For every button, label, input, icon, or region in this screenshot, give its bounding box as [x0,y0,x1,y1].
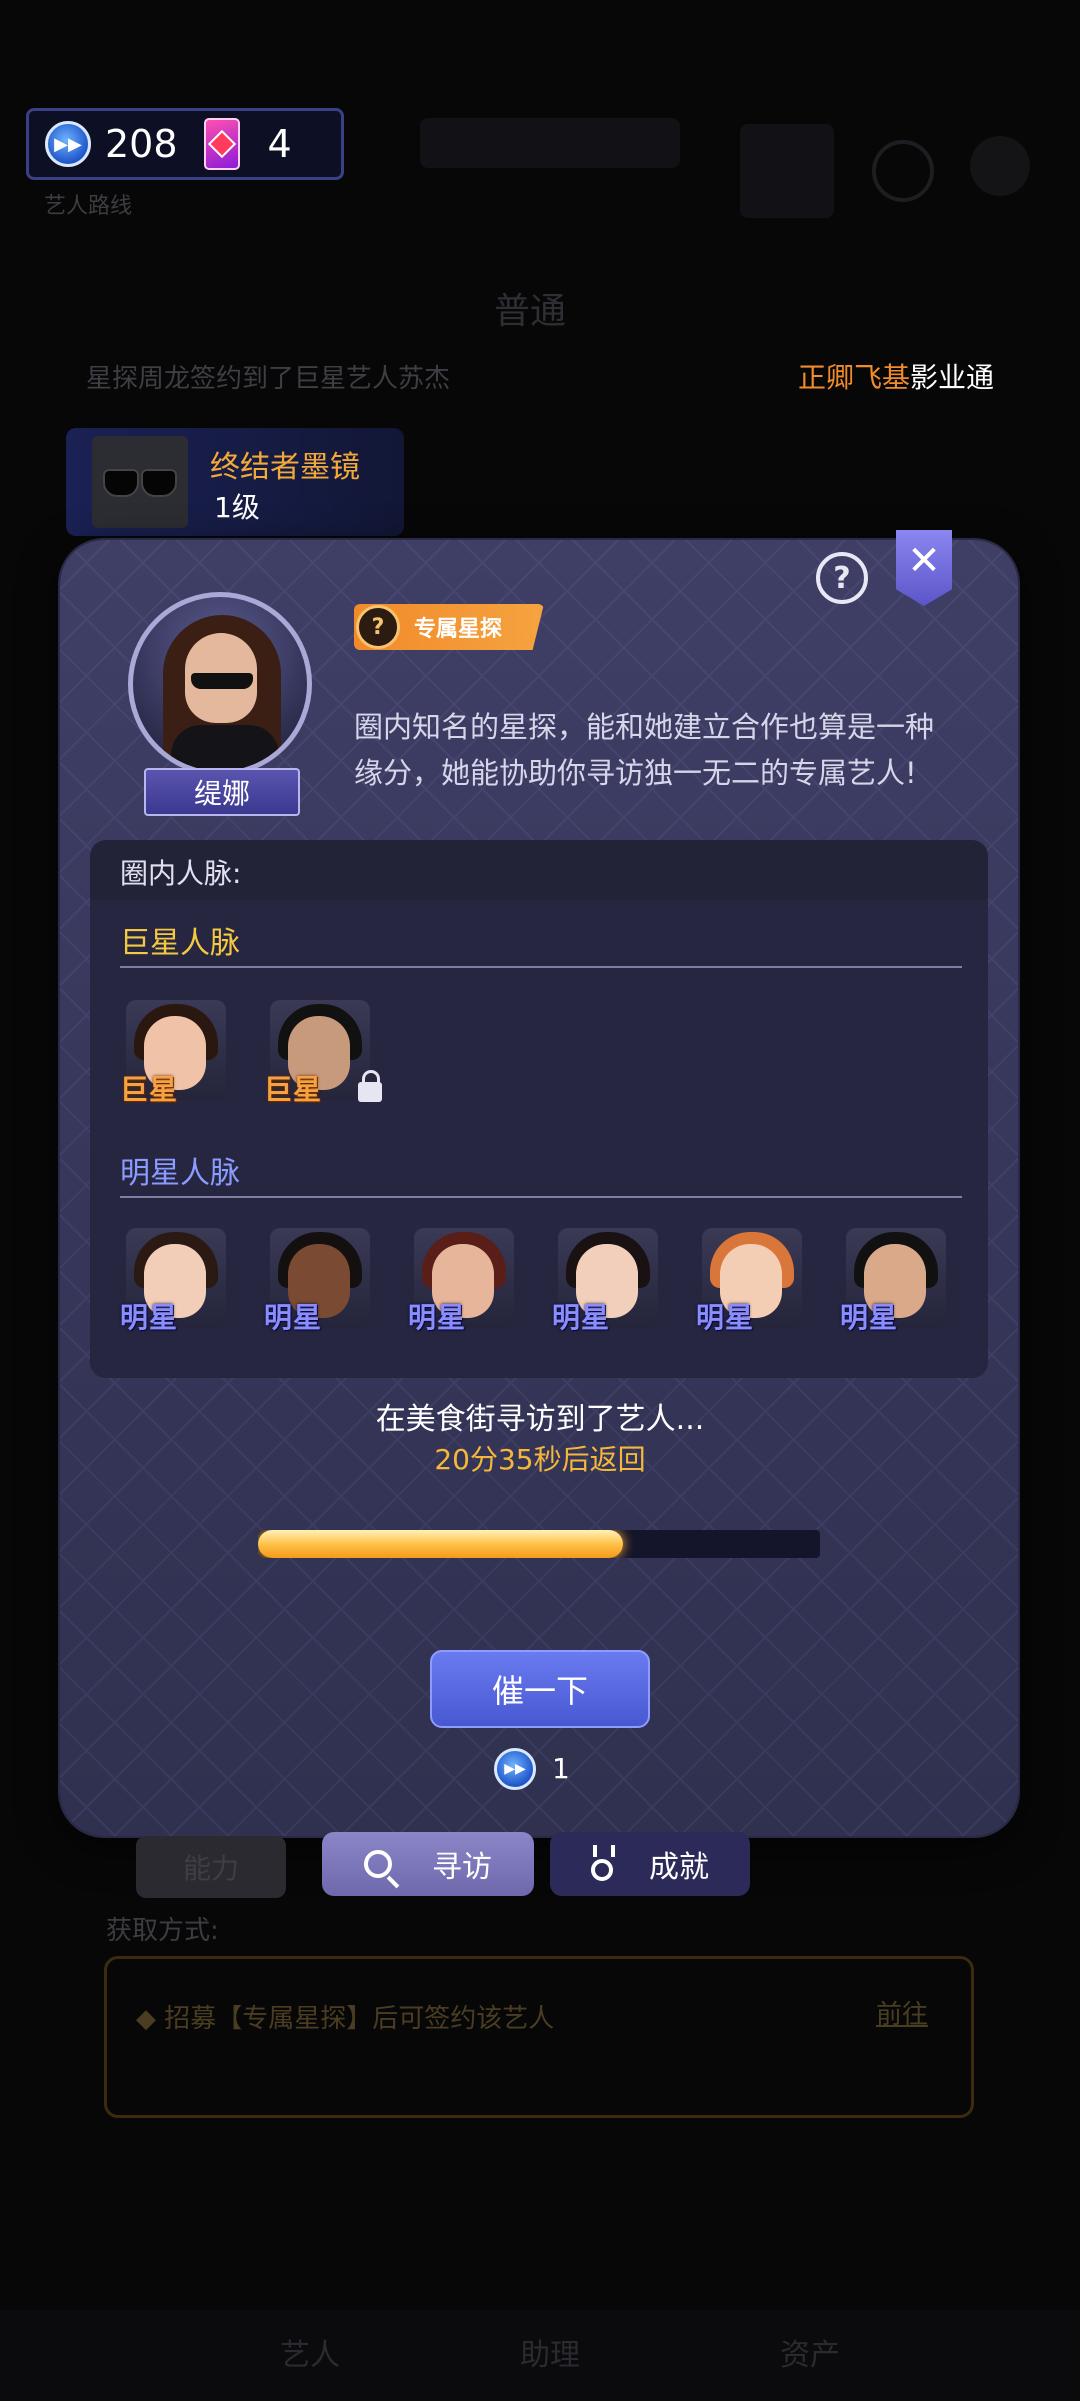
star-avatar-label: 明星 [696,1301,755,1334]
super-network-title: 巨星人脉 [120,926,240,961]
scout-description-line-2: 缘分，她能协助你寻访独一无二的专属艺人! [354,756,917,790]
super-network-divider [120,966,962,968]
marquee-left-text: 星探周龙签约到了巨星艺人苏杰 [86,364,451,394]
acquire-box [104,1956,974,2118]
sunglasses-icon [92,436,188,528]
scout-description: 圈内知名的星探，能和她建立合作也算是一种 缘分，她能协助你寻访独一无二的专属艺人… [354,704,954,796]
background-close-icon [970,136,1030,196]
acquire-label: 获取方式: [106,1916,219,1946]
star-avatar-label: 明星 [552,1301,611,1334]
star-avatar-label: 明星 [120,1301,179,1334]
equipped-item-tag[interactable]: 终结者墨镜 1级 [66,428,404,536]
background-header: 普通 [494,291,567,332]
stopwatch-icon: ▶▶ [45,121,91,167]
star-avatar-label: 明星 [408,1301,467,1334]
lock-icon [358,1070,382,1102]
scout-name: 缇娜 [144,768,300,816]
stopwatch-cost-icon: ▶▶ [494,1748,536,1790]
nav-assistant[interactable]: 助理 [520,2330,580,2374]
urge-cost: 1 [552,1752,570,1785]
item-level: 1级 [214,491,260,524]
star-network-title: 明星人脉 [120,1156,240,1191]
marquee-right-text: 正卿飞基影业通 [798,356,994,396]
background-help-icon [872,140,934,202]
star-network-divider [120,1196,962,1198]
stopwatch-count: 208 [105,122,178,166]
visit-status-text: 在美食街寻访到了艺人... [375,1402,705,1437]
tab-achievement[interactable]: 成就 [550,1832,750,1896]
search-icon [364,1850,392,1878]
top-title-bar [420,118,680,168]
card-icon [203,118,240,170]
background-label: 艺人路线 [44,194,133,219]
exclusive-scout-badge: ? 专属星探 [354,604,544,650]
network-panel[interactable]: 圈内人脉: 巨星人脉 巨星 巨星 明星人脉 明星 明星 明星 明星 明星 明星 [90,840,988,1378]
scout-description-line-1: 圈内知名的星探，能和她建立合作也算是一种 [354,710,935,744]
help-icon[interactable]: ? [816,552,868,604]
tab-visit[interactable]: 寻访 [322,1832,534,1896]
tab-achievement-label: 成就 [649,1850,709,1885]
super-avatar-label: 巨星 [264,1073,323,1106]
item-name: 终结者墨镜 [210,450,360,485]
background-banner [740,124,834,218]
star-avatar-label: 明星 [264,1301,323,1334]
marquee-highlight: 正卿飞基 [798,361,911,394]
acquire-go-link[interactable]: 前往 [876,1994,928,2031]
card-count: 4 [267,122,292,166]
return-countdown: 20分35秒后返回 [434,1443,646,1476]
super-avatar-label: 巨星 [120,1073,179,1106]
urge-button[interactable]: 催一下 [430,1650,650,1728]
badge-label: 专属星探 [414,617,503,642]
nav-artist[interactable]: 艺人 [280,2330,340,2374]
nav-asset[interactable]: 资产 [780,2330,840,2374]
visit-progress-bar [258,1530,820,1558]
tab-ability[interactable]: 能力 [136,1836,286,1898]
currency-bar: ▶▶ 208 4 [26,108,344,180]
visit-progress-fill [258,1530,624,1558]
medal-icon [591,1845,615,1881]
tab-visit-label: 寻访 [432,1850,492,1885]
network-title: 圈内人脉: [120,857,242,890]
marquee-suffix: 影业通 [910,361,995,394]
scout-avatar [128,592,312,776]
acquire-text: ◆ 招募【专属星探】后可签约该艺人 [136,2004,555,2034]
scout-badge-icon: ? [356,605,400,649]
star-avatar-label: 明星 [840,1301,899,1334]
